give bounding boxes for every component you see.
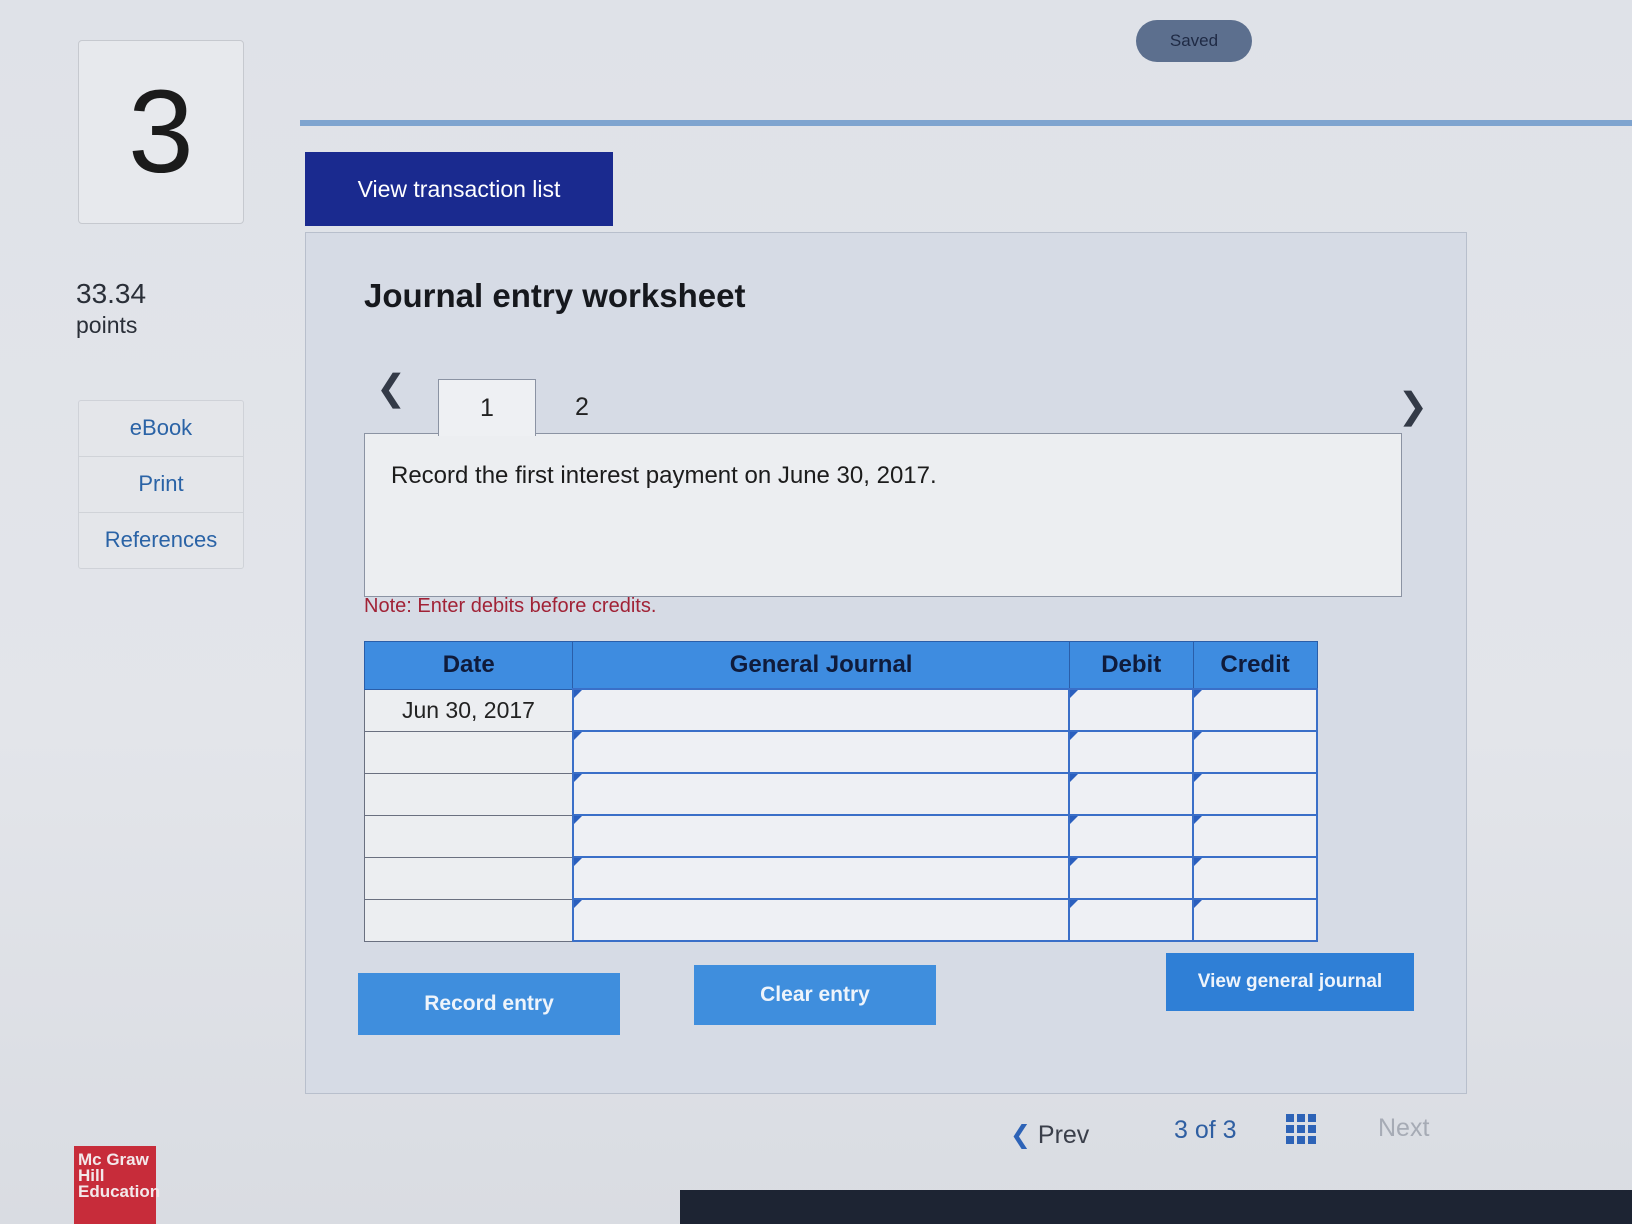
chevron-left-icon: ❮ — [1010, 1121, 1031, 1149]
tab-1[interactable]: 1 — [438, 379, 536, 436]
account-input[interactable] — [571, 688, 1071, 732]
entry-note: Note: Enter debits before credits. — [364, 595, 657, 617]
table-row — [363, 898, 1318, 942]
view-transaction-list-button[interactable]: View transaction list — [305, 152, 613, 226]
debit-input[interactable] — [1068, 814, 1195, 858]
debit-input[interactable] — [1068, 730, 1195, 774]
table-row — [363, 814, 1318, 858]
points-block: 33.34 points — [76, 276, 146, 340]
account-input[interactable] — [571, 772, 1071, 816]
transaction-prompt-box: Record the first interest payment on Jun… — [364, 433, 1402, 597]
credit-input[interactable] — [1192, 856, 1318, 900]
journal-entry-worksheet: Journal entry worksheet ❮ 1 2 ❯ Record t… — [305, 232, 1467, 1094]
table-row — [363, 772, 1318, 816]
references-link[interactable]: References — [79, 512, 243, 568]
credit-input[interactable] — [1192, 814, 1318, 858]
journal-table: Date General Journal Debit Credit Jun 30… — [363, 641, 1318, 942]
date-cell — [363, 856, 574, 900]
resource-links: eBook Print References — [78, 400, 244, 569]
journal-header-row: Date General Journal Debit Credit — [363, 641, 1318, 690]
debit-input[interactable] — [1068, 856, 1195, 900]
worksheet-title: Journal entry worksheet — [364, 277, 746, 314]
account-input[interactable] — [571, 814, 1071, 858]
ebook-link[interactable]: eBook — [79, 401, 243, 456]
table-row — [363, 856, 1318, 900]
transaction-prompt: Record the first interest payment on Jun… — [391, 462, 937, 489]
table-row — [363, 730, 1318, 774]
view-general-journal-button[interactable]: View general journal — [1166, 953, 1414, 1011]
points-label: points — [76, 312, 138, 338]
record-entry-button[interactable]: Record entry — [358, 973, 620, 1035]
tab-2[interactable]: 2 — [534, 379, 630, 435]
question-position: 3 of 3 — [1174, 1116, 1237, 1144]
debit-input[interactable] — [1068, 898, 1195, 942]
general-journal-column-header: General Journal — [572, 641, 1070, 690]
account-input[interactable] — [571, 856, 1071, 900]
grid-icon[interactable] — [1286, 1114, 1316, 1144]
prev-button[interactable]: ❮ Prev — [1010, 1120, 1089, 1150]
date-cell: Jun 30, 2017 — [363, 688, 574, 732]
saved-status-badge: Saved — [1136, 20, 1252, 62]
debit-input[interactable] — [1068, 688, 1195, 732]
date-cell — [363, 814, 574, 858]
account-input[interactable] — [571, 730, 1071, 774]
question-pager: ❮ Prev 3 of 3 Next — [1010, 1110, 1460, 1158]
credit-input[interactable] — [1192, 898, 1318, 942]
points-value: 33.34 — [76, 278, 147, 309]
os-taskbar — [680, 1190, 1632, 1224]
chevron-left-icon[interactable]: ❮ — [376, 367, 406, 409]
date-cell — [363, 772, 574, 816]
mcgraw-hill-logo: Mc Graw Hill Education — [74, 1146, 160, 1224]
date-cell — [363, 898, 574, 942]
debit-input[interactable] — [1068, 772, 1195, 816]
chevron-right-icon[interactable]: ❯ — [1398, 385, 1428, 427]
next-button[interactable]: Next — [1378, 1114, 1429, 1143]
date-cell — [363, 730, 574, 774]
progress-line — [300, 120, 1632, 126]
table-row: Jun 30, 2017 — [363, 688, 1318, 732]
date-column-header: Date — [363, 641, 574, 690]
credit-input[interactable] — [1192, 730, 1318, 774]
credit-input[interactable] — [1192, 772, 1318, 816]
credit-input[interactable] — [1192, 688, 1318, 732]
credit-column-header: Credit — [1192, 641, 1318, 690]
prev-label: Prev — [1037, 1121, 1090, 1149]
clear-entry-button[interactable]: Clear entry — [694, 965, 936, 1025]
worksheet-tabs: ❮ 1 2 ❯ — [364, 345, 1428, 436]
question-number: 3 — [78, 40, 244, 224]
debit-column-header: Debit — [1068, 641, 1194, 690]
account-input[interactable] — [571, 898, 1071, 942]
print-link[interactable]: Print — [79, 456, 243, 512]
